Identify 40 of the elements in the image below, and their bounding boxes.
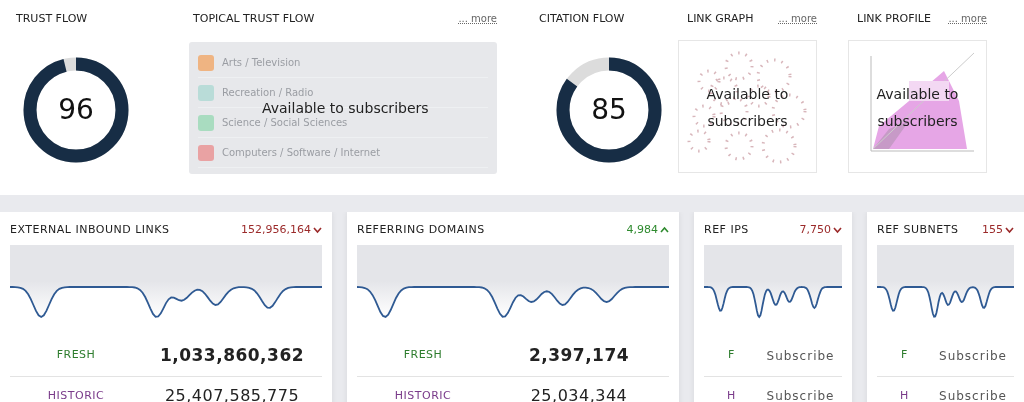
metric-label: H	[899, 387, 910, 402]
section-title: LINK PROFILE	[857, 11, 931, 27]
section-title: TRUST FLOW	[16, 11, 89, 27]
section-title: TOPICAL TRUST FLOW	[193, 11, 315, 27]
topic-label: Computers / Software / Internet	[222, 146, 381, 160]
change-value: 7,750	[799, 222, 831, 238]
subscribe-link[interactable]: Subscribe	[932, 387, 1014, 402]
more-link[interactable]: ... more	[778, 11, 817, 26]
metric-label: H	[726, 387, 737, 402]
change-value: 155	[982, 222, 1003, 238]
metric-label: F	[727, 347, 736, 364]
change-value: 152,956,164	[241, 222, 311, 238]
topic-label: Recreation / Radio	[222, 86, 314, 100]
gauge-value: 85	[591, 92, 627, 128]
metric-value: 2,397,174	[527, 343, 631, 367]
card-title: REF SUBNETS	[877, 222, 959, 238]
topic-label: Science / Social Sciences	[222, 116, 348, 130]
card-title: REF IPS	[704, 222, 749, 238]
topic-label: Arts / Television	[222, 56, 301, 70]
metric-value: 25,034,344	[529, 385, 629, 402]
change-value: 4,984	[626, 222, 658, 238]
metric-label: F	[900, 347, 909, 364]
section-title: CITATION FLOW	[539, 11, 626, 27]
subscribe-link[interactable]: Subscribe	[932, 346, 1014, 365]
metric-value: 1,033,860,362	[158, 343, 306, 367]
metric-label: FRESH	[55, 347, 97, 364]
subscribe-link[interactable]: Subscribe	[759, 346, 842, 365]
metric-value: 25,407,585,775	[163, 385, 301, 402]
subscribers-notice: Available to subscribers	[705, 85, 790, 131]
card-title: EXTERNAL INBOUND LINKS	[10, 222, 170, 238]
card-title: REFERRING DOMAINS	[357, 222, 485, 238]
section-title: LINK GRAPH	[687, 11, 754, 27]
metric-label: FRESH	[402, 347, 444, 364]
subscribers-notice: Available to subscribers	[875, 85, 960, 131]
more-link[interactable]: ... more	[948, 11, 987, 26]
gauge-value: 96	[58, 92, 94, 128]
subscribe-link[interactable]: Subscribe	[759, 387, 842, 402]
metric-label: HISTORIC	[393, 387, 453, 402]
metric-label: HISTORIC	[46, 387, 106, 402]
more-link[interactable]: ... more	[458, 11, 497, 26]
